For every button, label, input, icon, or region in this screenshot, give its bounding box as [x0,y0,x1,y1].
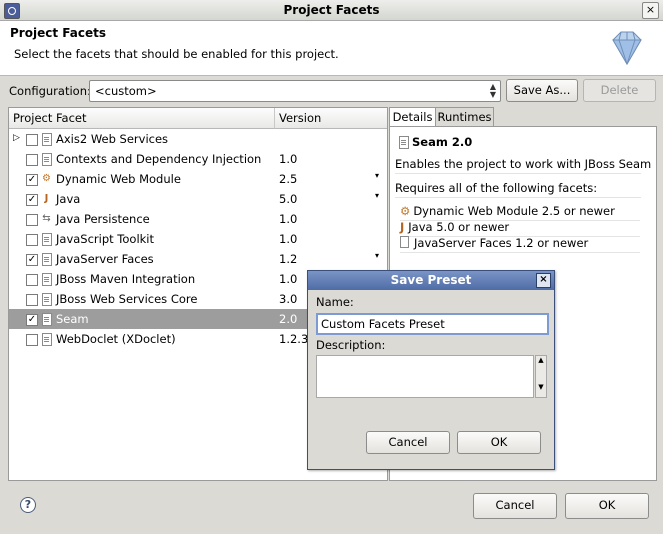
dialog-title: Save Preset [390,273,472,287]
facet-version: 1.0 [279,212,298,226]
name-input[interactable]: Custom Facets Preset [316,313,549,335]
configuration-combo[interactable]: <custom> ▲ ▼ [89,80,501,102]
facet-icon [42,153,52,166]
facet-version: 1.2 [279,252,298,266]
facet-icon [42,133,52,146]
requirement-item: J Java 5.0 or newer [400,220,640,237]
facet-icon [400,236,409,248]
facet-checkbox[interactable] [26,234,38,246]
globe-icon: ⚙ [400,204,411,218]
diamond-icon [612,31,642,65]
facet-label: Java [56,192,81,206]
ok-button[interactable]: OK [565,493,649,519]
page-title: Project Facets [10,26,106,40]
window-title: Project Facets [283,3,380,17]
tab-runtimes[interactable]: Runtimes [435,107,494,128]
requirement-item: ⚙ Dynamic Web Module 2.5 or newer [400,204,640,221]
facet-version: 2.0 [279,312,298,326]
save-preset-dialog: Save Preset × Name: Custom Facets Preset… [307,270,555,470]
facet-version: 2.5 [279,172,298,186]
facet-icon [42,333,52,346]
description-textarea[interactable] [316,355,534,398]
version-dropdown-icon[interactable]: ▾ [375,251,379,260]
window-titlebar: Project Facets × [0,0,663,21]
facet-label: JavaScript Toolkit [56,232,155,246]
facet-icon [42,253,52,266]
facet-checkbox[interactable]: ✓ [26,174,38,186]
table-row[interactable]: ⇆ Java Persistence 1.0 [9,209,387,229]
facet-version: 3.0 [279,292,298,306]
details-requires: Requires all of the following facets: [395,181,641,198]
dialog-ok-button[interactable]: OK [457,431,541,454]
help-icon[interactable]: ? [20,497,36,513]
configuration-value: <custom> [95,84,157,98]
version-dropdown-icon[interactable]: ▾ [375,191,379,200]
delete-button[interactable]: Delete [583,79,656,102]
facet-checkbox[interactable] [26,134,38,146]
table-row[interactable]: Contexts and Dependency Injection 1.0 [9,149,387,169]
window-close-button[interactable]: × [642,2,659,19]
facet-label: WebDoclet (XDoclet) [56,332,176,346]
facet-version: 1.0 [279,152,298,166]
facet-icon [399,136,409,149]
page-header: Project Facets Select the facets that sh… [0,21,663,76]
facet-icon [42,273,52,286]
facet-checkbox[interactable] [26,294,38,306]
facet-checkbox[interactable] [26,334,38,346]
facet-label: Java Persistence [56,212,150,226]
facet-label: Axis2 Web Services [56,132,169,146]
facet-version: 5.0 [279,192,298,206]
dialog-close-button[interactable]: × [536,273,551,288]
java-icon: J [44,193,49,204]
facet-checkbox[interactable]: ✓ [26,314,38,326]
combo-arrows-icon: ▲ ▼ [489,82,497,99]
details-facet-title: Seam 2.0 [412,135,473,149]
table-row[interactable]: JavaScript Toolkit 1.0 [9,229,387,249]
facet-icon [42,233,52,246]
facet-label: JavaServer Faces [56,252,154,266]
facet-version: 1.0 [279,232,298,246]
configuration-label: Configuration: [9,84,91,98]
persistence-icon: ⇆ [42,213,51,224]
facet-icon [42,293,52,306]
cancel-button[interactable]: Cancel [473,493,557,519]
name-label: Name: [316,295,354,309]
table-row[interactable]: ▷ Axis2 Web Services [9,129,387,149]
globe-icon: ⚙ [42,173,51,184]
facet-checkbox[interactable]: ✓ [26,194,38,206]
version-dropdown-icon[interactable]: ▾ [375,171,379,180]
column-header-version[interactable]: Version [275,108,387,129]
description-scrollbar[interactable]: ▲ ▼ [535,355,547,398]
table-row[interactable]: ✓ J Java 5.0 ▾ [9,189,387,209]
facet-label: Seam [56,312,89,326]
dialog-cancel-button[interactable]: Cancel [366,431,450,454]
facet-checkbox[interactable] [26,274,38,286]
requirement-item: JavaServer Faces 1.2 or newer [400,236,640,253]
details-description: Enables the project to work with JBoss S… [395,157,651,174]
table-row[interactable]: ✓ ⚙ Dynamic Web Module 2.5 ▾ [9,169,387,189]
facet-icon [42,313,52,326]
facet-label: Dynamic Web Module [56,172,181,186]
description-label: Description: [316,338,386,352]
facet-checkbox[interactable]: ✓ [26,254,38,266]
facet-version: 1.2.3 [279,332,309,346]
page-subtitle: Select the facets that should be enabled… [14,47,339,61]
facet-checkbox[interactable] [26,154,38,166]
facet-label: JBoss Maven Integration [56,272,196,286]
table-row[interactable]: ✓ JavaServer Faces 1.2 ▾ [9,249,387,269]
java-icon: J [400,220,405,234]
save-as-button[interactable]: Save As... [506,79,578,102]
column-header-facet[interactable]: Project Facet [9,108,275,129]
facet-label: Contexts and Dependency Injection [56,152,262,166]
dialog-titlebar: Save Preset × [308,271,554,290]
facet-version: 1.0 [279,272,298,286]
facet-checkbox[interactable] [26,214,38,226]
expand-arrow-icon[interactable]: ▷ [13,133,20,143]
facet-label: JBoss Web Services Core [56,292,198,306]
